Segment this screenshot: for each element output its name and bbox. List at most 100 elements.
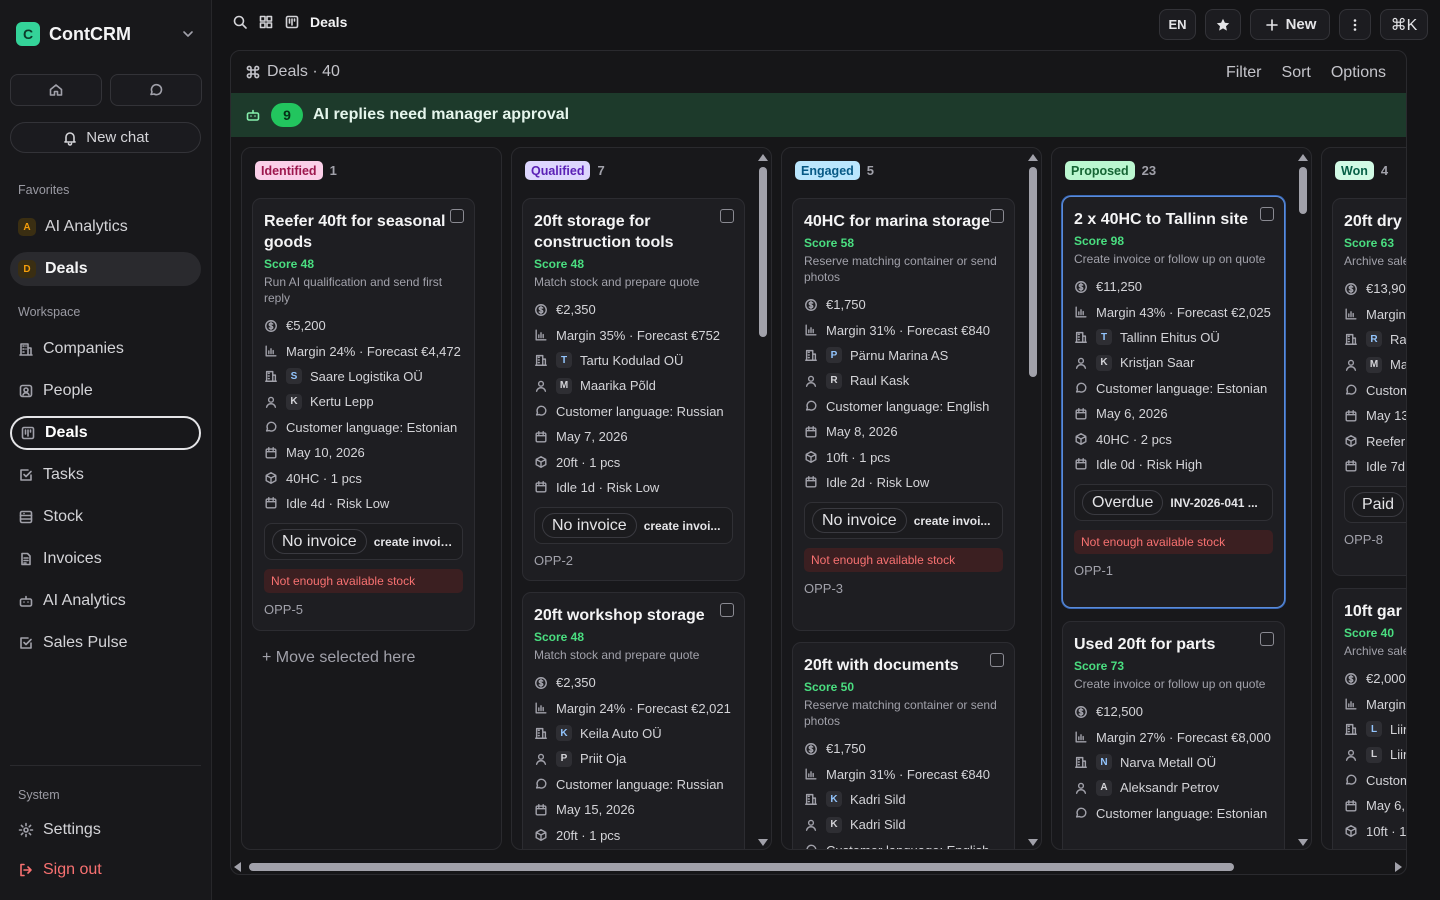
- sign-out-button[interactable]: Sign out: [10, 853, 201, 887]
- search-icon[interactable]: [232, 14, 248, 30]
- sidebar-item-invoices[interactable]: Invoices: [10, 542, 201, 576]
- company-avatar: K: [826, 791, 842, 808]
- favorite-deals[interactable]: D Deals: [10, 252, 201, 286]
- chevron-down-icon: [180, 26, 196, 42]
- scroll-down-arrow[interactable]: [1298, 839, 1308, 846]
- board-horizontal-scrollbar[interactable]: [232, 860, 1404, 874]
- invoice-status-pill: No invoice: [542, 513, 637, 539]
- deal-idle-risk: Idle 4d · Risk Low: [286, 495, 390, 511]
- bot-icon: [18, 593, 34, 609]
- sidebar: C ContCRM New chat Favorites A AI Analyt…: [0, 0, 212, 900]
- column-scrollbar[interactable]: [758, 151, 768, 851]
- approval-banner[interactable]: 9 AI replies need manager approval: [231, 93, 1406, 137]
- deal-company-row: R Ral: [1344, 327, 1406, 352]
- scroll-down-arrow[interactable]: [758, 839, 768, 846]
- deal-idle-risk-row: Idle 7d: [1344, 454, 1406, 479]
- card-select-checkbox[interactable]: [720, 209, 734, 223]
- pipeline-column-qualified: Qualified 7 20ft storage for constructio…: [511, 147, 772, 850]
- options-button[interactable]: Options: [1331, 64, 1386, 82]
- invoice-box[interactable]: No invoice create invoi...: [534, 507, 733, 545]
- invoice-box[interactable]: Overdue INV-2026-041 ...: [1074, 484, 1273, 522]
- gear-icon: [18, 822, 34, 838]
- column-scrollbar[interactable]: [1298, 151, 1308, 851]
- deal-container: 20ft · 1 pcs: [556, 827, 621, 843]
- sidebar-item-label: Deals: [45, 424, 88, 441]
- scrollbar-thumb[interactable]: [759, 167, 767, 337]
- deal-language: Customer language: Estonian: [286, 419, 458, 435]
- language-button[interactable]: EN: [1159, 9, 1196, 40]
- invoice-box[interactable]: No invoice create invoi...: [804, 502, 1003, 540]
- horizontal-scrollbar-thumb[interactable]: [249, 863, 1234, 871]
- favorite-ai-analytics[interactable]: A AI Analytics: [10, 210, 201, 244]
- new-chat-button[interactable]: New chat: [10, 122, 201, 153]
- sidebar-item-tasks[interactable]: Tasks: [10, 458, 201, 492]
- workspace-switcher[interactable]: C ContCRM: [16, 22, 196, 46]
- kanban-icon: [284, 14, 300, 30]
- sidebar-item-people[interactable]: People: [10, 374, 201, 408]
- invoice-box[interactable]: No invoice create invoice ·...: [264, 523, 463, 561]
- favorite-label: Deals: [45, 260, 88, 277]
- card-select-checkbox[interactable]: [450, 209, 464, 223]
- column-scrollbar[interactable]: [1028, 151, 1038, 851]
- favorite-button[interactable]: [1205, 9, 1241, 40]
- invoice-action-link[interactable]: INV-2026-041 ...: [1170, 496, 1257, 510]
- card-select-checkbox[interactable]: [990, 653, 1004, 667]
- sidebar-item-stock[interactable]: Stock: [10, 500, 201, 534]
- deal-card[interactable]: 40HC for marina storage Score 58 Reserve m…: [792, 198, 1015, 631]
- deal-amount: €11,250: [1096, 279, 1143, 295]
- sidebar-item-label: Invoices: [43, 550, 102, 567]
- deal-margin: Margin 24% · Forecast €2,021: [556, 700, 731, 716]
- deal-card[interactable]: 10ft gar Score 40 Archive sale history €2,0…: [1332, 588, 1406, 849]
- invoice-action-link[interactable]: create invoice ·...: [374, 535, 455, 549]
- sort-button[interactable]: Sort: [1282, 64, 1311, 82]
- calendar-icon: [1344, 409, 1358, 423]
- deal-card[interactable]: Reefer 40ft for seasonal goods Score 48 Ru…: [252, 198, 475, 631]
- deal-id: OPP-5: [264, 602, 304, 618]
- invoice-box[interactable]: Paid: [1344, 486, 1406, 524]
- deal-date: May 10, 2026: [286, 445, 365, 461]
- sidebar-item-companies[interactable]: Companies: [10, 332, 201, 366]
- card-select-checkbox[interactable]: [990, 209, 1004, 223]
- sidebar-item-deals[interactable]: Deals: [10, 416, 201, 450]
- deal-date-row: May 13: [1344, 403, 1406, 428]
- deal-card[interactable]: 20ft with documents Score 50 Reserve match…: [792, 642, 1015, 849]
- deal-next-action: Create invoice or follow up on quote: [1074, 677, 1266, 691]
- scrollbar-thumb[interactable]: [1029, 167, 1037, 377]
- scrollbar-thumb[interactable]: [1299, 167, 1307, 214]
- card-select-checkbox[interactable]: [1260, 207, 1274, 221]
- grid-icon[interactable]: [258, 14, 274, 30]
- person-icon: [1344, 748, 1358, 762]
- home-button[interactable]: [10, 74, 102, 106]
- move-selected-here[interactable]: + Move selected here: [262, 649, 415, 667]
- scroll-up-arrow[interactable]: [1028, 154, 1038, 161]
- deal-card[interactable]: Used 20ft for parts Score 73 Create invoic…: [1062, 621, 1285, 849]
- card-select-checkbox[interactable]: [1260, 632, 1274, 646]
- deal-card[interactable]: 20ft workshop storage Score 48 Match stock…: [522, 592, 745, 849]
- logout-icon: [18, 862, 34, 878]
- scroll-down-arrow[interactable]: [1028, 839, 1038, 846]
- deal-card[interactable]: 20ft dry Score 63 Archive sale history €13,…: [1332, 198, 1406, 576]
- company-avatar: T: [556, 352, 572, 369]
- scroll-left-arrow[interactable]: [234, 862, 241, 872]
- invoice-action-link[interactable]: create invoi...: [914, 514, 991, 528]
- card-select-checkbox[interactable]: [720, 603, 734, 617]
- sidebar-item-settings[interactable]: Settings: [10, 813, 201, 847]
- deal-company: Pärnu Marina AS: [850, 347, 949, 363]
- sidebar-item-ai-analytics[interactable]: AI Analytics: [10, 584, 201, 618]
- scroll-up-arrow[interactable]: [758, 154, 768, 161]
- breadcrumb[interactable]: Deals: [310, 14, 347, 30]
- more-button[interactable]: [1339, 9, 1371, 40]
- scroll-right-arrow[interactable]: [1395, 862, 1402, 872]
- filter-button[interactable]: Filter: [1226, 64, 1262, 82]
- sidebar-item-sales-pulse[interactable]: Sales Pulse: [10, 626, 201, 660]
- person-avatar: P: [556, 750, 572, 767]
- deal-card-selected[interactable]: 2 x 40HC to Tallinn site Score 98 Create i…: [1062, 196, 1285, 608]
- chats-button[interactable]: [110, 74, 202, 106]
- scroll-up-arrow[interactable]: [1298, 154, 1308, 161]
- deal-score: Score 40: [1344, 626, 1395, 640]
- deal-card[interactable]: 20ft storage for construction tools Score…: [522, 198, 745, 581]
- invoice-action-link[interactable]: create invoi...: [644, 519, 721, 533]
- bell-icon: [62, 130, 78, 146]
- command-palette-button[interactable]: ⌘K: [1380, 9, 1428, 40]
- new-button[interactable]: New: [1250, 9, 1330, 40]
